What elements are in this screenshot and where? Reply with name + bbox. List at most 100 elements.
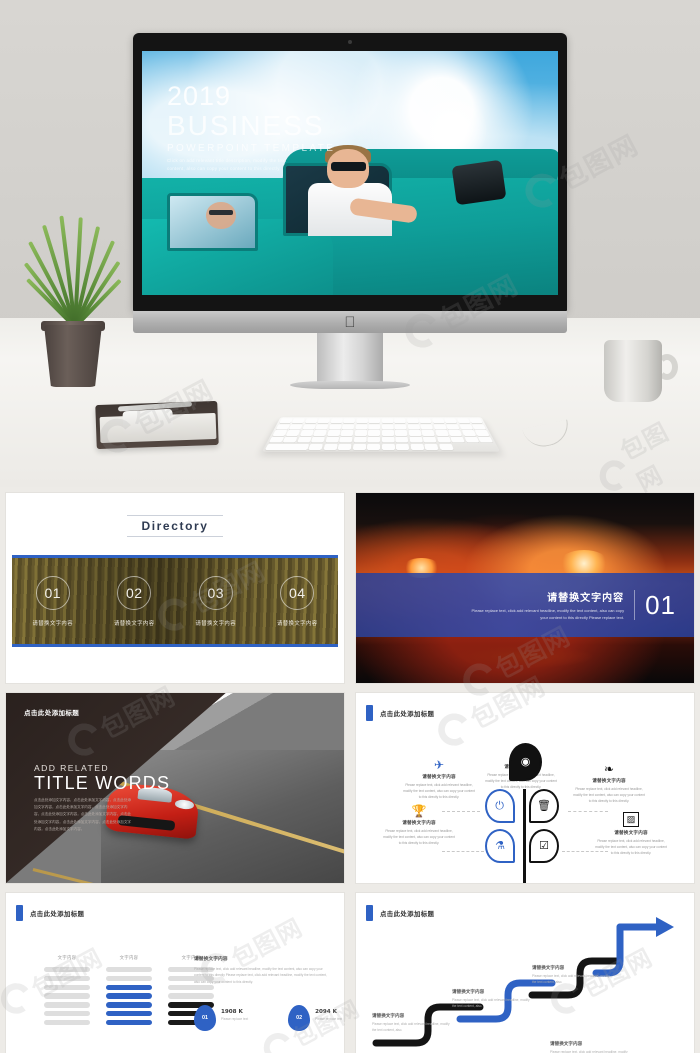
keyboard-key[interactable] <box>356 418 368 424</box>
keyboard-key[interactable] <box>394 418 406 424</box>
keyboard-key[interactable] <box>469 418 483 424</box>
keyboard-key[interactable] <box>354 430 367 436</box>
petal-power[interactable]: ⏻ <box>485 789 515 823</box>
chart-text-body: Please replace text, click add relevant … <box>194 967 327 984</box>
staircase-step[interactable]: 请替换文字内容 Please replace text, click add re… <box>532 965 610 985</box>
petal-trash[interactable]: 🗑 <box>529 789 559 823</box>
keyboard-key[interactable] <box>406 418 419 424</box>
keyboard-key[interactable] <box>395 430 408 436</box>
tree-node[interactable]: ▨ 请替换文字内容 Please replace text, click add r… <box>594 809 668 857</box>
keyboard-key[interactable] <box>446 424 460 430</box>
keyboard-key[interactable] <box>420 424 434 430</box>
directory-item[interactable]: 02 请替换文字内容 <box>114 575 155 627</box>
keyboard-key[interactable] <box>330 418 343 424</box>
keyboard-key[interactable] <box>394 424 407 430</box>
keyboard-key[interactable] <box>456 418 470 424</box>
keyboard-key[interactable] <box>292 418 306 424</box>
keyboard-row <box>279 418 483 424</box>
keyboard-key[interactable] <box>381 424 394 430</box>
page-root: 2019 BUSINESS POWERPOINT TEMPLATE Click … <box>0 0 700 1053</box>
directory-item[interactable]: 04 请替换文字内容 <box>277 575 318 627</box>
keyboard-key[interactable] <box>367 436 381 443</box>
keyboard-key[interactable] <box>395 443 410 450</box>
slide-header-title: 点击此处添加标题 <box>24 709 80 717</box>
slide-staircase[interactable]: 点击此处添加标题 请替换文字内容 Please replace text, cli… <box>356 893 694 1053</box>
keyboard-key[interactable] <box>302 424 316 430</box>
keyboard-key[interactable] <box>352 443 367 450</box>
keyboard-key[interactable] <box>444 418 458 424</box>
keyboard-key[interactable] <box>381 436 395 443</box>
keyboard-key[interactable] <box>433 424 447 430</box>
keyboard-key[interactable] <box>408 430 422 436</box>
keyboard-key[interactable] <box>431 418 445 424</box>
keyboard-key[interactable] <box>323 443 338 450</box>
keyboard-key[interactable] <box>327 430 341 436</box>
keyboard-key[interactable] <box>368 418 381 424</box>
directory-item[interactable]: 03 请替换文字内容 <box>195 575 236 627</box>
keyboard-key[interactable] <box>419 418 432 424</box>
petal-checkbox[interactable]: ☑ <box>529 829 559 863</box>
directory-item[interactable]: 01 请替换文字内容 <box>32 575 73 627</box>
keyboard-key[interactable] <box>340 430 354 436</box>
coffee-mug <box>604 340 662 402</box>
keyboard-key[interactable] <box>325 436 340 443</box>
keyboard-key[interactable] <box>434 430 449 436</box>
keyboard-key[interactable] <box>474 430 490 436</box>
keyboard-key[interactable] <box>313 430 328 436</box>
keyboard-key[interactable] <box>368 430 381 436</box>
petal-flask[interactable]: ⚗ <box>485 829 515 863</box>
keyboard-key[interactable] <box>342 424 355 430</box>
keyboard-key[interactable] <box>308 443 324 450</box>
keyboard-key[interactable] <box>304 418 318 424</box>
keyboard-key[interactable] <box>407 424 420 430</box>
keyboard-key[interactable] <box>464 436 480 443</box>
slide-tree-infographic[interactable]: 点击此处添加标题 ✈ 请替换文字内容 Please replace text, cl… <box>356 693 694 883</box>
keyboard-key[interactable] <box>355 424 368 430</box>
keyboard-key[interactable] <box>477 436 494 443</box>
staircase-step[interactable]: 请替换文字内容 Please replace text, click add re… <box>550 1041 628 1053</box>
keyboard-key[interactable] <box>272 430 288 436</box>
keyboard-key[interactable] <box>297 436 312 443</box>
keyboard-key[interactable] <box>448 430 463 436</box>
keyboard-key[interactable] <box>299 430 314 436</box>
petal-eye[interactable]: ◉ <box>509 743 542 781</box>
keyboard-key[interactable] <box>282 436 298 443</box>
keyboard-key[interactable] <box>461 430 476 436</box>
keyboard-key[interactable] <box>381 443 395 450</box>
slide-title-words[interactable]: 点击此处添加标题 ADD RELATED TITLE WORDS 点击此处添加文… <box>6 693 344 883</box>
keyboard-key[interactable] <box>367 443 381 450</box>
keyboard-key[interactable] <box>343 418 356 424</box>
keyboard-key[interactable] <box>353 436 367 443</box>
keyboard-key[interactable] <box>337 443 352 450</box>
keyboard-key[interactable] <box>436 436 451 443</box>
keyboard-key[interactable] <box>268 436 285 443</box>
keyboard-key[interactable] <box>339 436 353 443</box>
slide-section-divider[interactable]: 请替换文字内容 Please replace text, click add r… <box>356 493 694 683</box>
keyboard-key[interactable] <box>328 424 342 430</box>
keyboard-key[interactable] <box>410 443 425 450</box>
keyboard-key[interactable] <box>279 418 293 424</box>
slide-directory[interactable]: Directory 01 请替换文字内容 02 请替换文字内容 03 请替换文字内容 04 请… <box>6 493 344 683</box>
keyboard-key[interactable] <box>264 443 310 450</box>
keyboard-key[interactable] <box>317 418 331 424</box>
slide-bar-chart[interactable]: 点击此处添加标题 文字内容 文字内容 文字内容 请替换文字内容 Please rep… <box>6 893 344 1053</box>
keyboard-key[interactable] <box>286 430 301 436</box>
keyboard-key[interactable] <box>368 424 381 430</box>
keyboard-key[interactable] <box>471 424 487 430</box>
staircase-step[interactable]: 请替换文字内容 Please replace text, click add re… <box>452 989 530 1009</box>
keyboard-key[interactable] <box>450 436 465 443</box>
keyboard-key[interactable] <box>409 436 423 443</box>
keyboard-key[interactable] <box>458 424 473 430</box>
keyboard-key[interactable] <box>381 430 394 436</box>
staircase-step[interactable]: 请替换文字内容 Please replace text, click add re… <box>372 1013 450 1033</box>
keyboard-key[interactable] <box>424 443 439 450</box>
keyboard-key[interactable] <box>381 418 394 424</box>
keyboard-key[interactable] <box>421 430 435 436</box>
keyboard-key[interactable] <box>395 436 409 443</box>
keyboard-key[interactable] <box>315 424 329 430</box>
keyboard-key[interactable] <box>438 443 454 450</box>
keyboard-key[interactable] <box>311 436 326 443</box>
keyboard-key[interactable] <box>422 436 437 443</box>
keyboard-key[interactable] <box>275 424 291 430</box>
keyboard-key[interactable] <box>289 424 304 430</box>
